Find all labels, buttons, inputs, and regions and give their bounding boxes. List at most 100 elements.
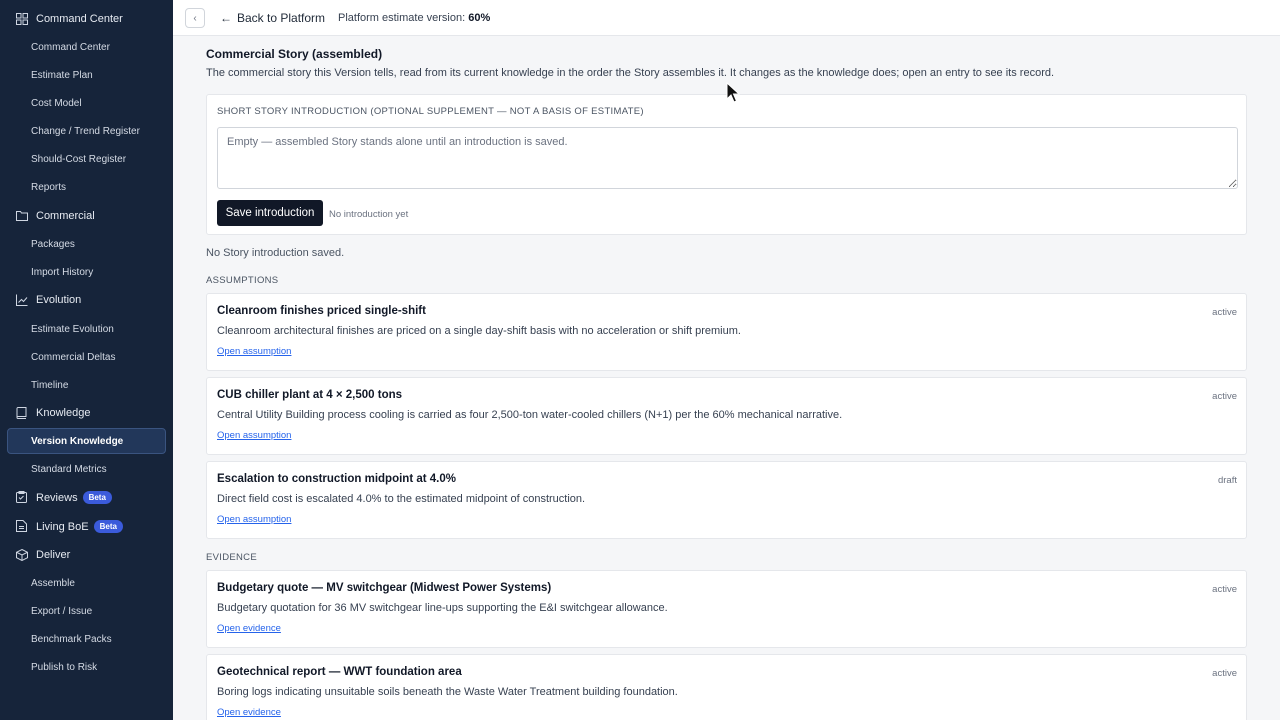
sidebar-item-cost-model[interactable]: Cost Model (7, 90, 166, 116)
status-badge: active (1212, 668, 1237, 679)
clipboard-icon (15, 490, 28, 503)
sidebar-item-label: Import History (31, 267, 94, 278)
sidebar-item-benchmark-packs[interactable]: Benchmark Packs (7, 626, 166, 652)
sidebar-item-label: Estimate Plan (31, 70, 93, 81)
sidebar-item-should-cost-register[interactable]: Should-Cost Register (7, 146, 166, 172)
top-bar: ‹ ← Back to Platform Platform estimate ve… (173, 0, 1280, 36)
sidebar-group-reviews[interactable]: Reviews Beta (0, 484, 173, 510)
document-icon (15, 519, 28, 532)
arrow-left-icon: ← (220, 11, 232, 25)
evidence-heading: EVIDENCE (206, 552, 257, 563)
entry-description: Boring logs indicating unsuitable soils … (217, 686, 678, 698)
sidebar-group-command-center[interactable]: Command Center (0, 6, 173, 32)
collapse-sidebar-button[interactable]: ‹ (185, 8, 205, 28)
entry-title: Escalation to construction midpoint at 4… (217, 473, 456, 485)
sidebar-item-label: Change / Trend Register (31, 126, 140, 137)
sidebar-group-living-boe[interactable]: Living BoE Beta (0, 513, 173, 539)
sidebar-item-label: Should-Cost Register (31, 154, 127, 165)
sidebar-group-knowledge[interactable]: Knowledge (0, 400, 173, 426)
open-assumption-link[interactable]: Open assumption (217, 514, 291, 525)
sidebar-item-publish-to-risk[interactable]: Publish to Risk (7, 654, 166, 680)
status-badge: active (1212, 307, 1237, 318)
package-icon (15, 548, 28, 561)
beta-badge: Beta (93, 520, 123, 533)
assumption-card: Escalation to construction midpoint at 4… (206, 461, 1247, 539)
entry-title: Geotechnical report — WWT foundation are… (217, 666, 462, 678)
sidebar: Command Center Command Center Estimate P… (0, 0, 173, 720)
beta-badge: Beta (82, 491, 112, 504)
sidebar-item-label: Estimate Evolution (31, 324, 114, 335)
page-title: Commercial Story (assembled) (206, 47, 383, 61)
sidebar-item-version-knowledge[interactable]: Version Knowledge (7, 428, 166, 454)
entry-description: Cleanroom architectural finishes are pri… (217, 325, 741, 337)
assumptions-heading: ASSUMPTIONS (206, 275, 279, 286)
story-introduction-input[interactable] (217, 127, 1238, 189)
grid-icon (15, 12, 28, 25)
entry-description: Central Utility Building process cooling… (217, 409, 843, 421)
version-value: 60% (468, 12, 491, 24)
sidebar-item-label: Assemble (31, 578, 75, 589)
sidebar-item-label: Timeline (31, 380, 69, 391)
chevron-left-icon: ‹ (193, 12, 197, 24)
sidebar-group-label: Deliver (36, 549, 71, 561)
sidebar-group-label: Evolution (36, 294, 82, 306)
intro-label: SHORT STORY INTRODUCTION (OPTIONAL SUPPL… (217, 106, 644, 117)
back-to-platform-link[interactable]: ← Back to Platform (220, 11, 325, 25)
main-content: Commercial Story (assembled) The commerc… (173, 36, 1280, 720)
status-badge: active (1212, 391, 1237, 402)
sidebar-item-timeline[interactable]: Timeline (7, 372, 166, 398)
sidebar-group-deliver[interactable]: Deliver (0, 542, 173, 568)
folder-icon (15, 209, 28, 222)
assumption-card: CUB chiller plant at 4 × 2,500 tons Cent… (206, 377, 1247, 455)
sidebar-group-label: Living BoE Beta (36, 520, 123, 533)
sidebar-item-reports[interactable]: Reports (7, 174, 166, 200)
sidebar-item-packages[interactable]: Packages (7, 231, 166, 257)
book-icon (15, 406, 28, 419)
sidebar-item-standard-metrics[interactable]: Standard Metrics (7, 456, 166, 482)
sidebar-item-label: Command Center (31, 42, 110, 53)
sidebar-item-export-issue[interactable]: Export / Issue (7, 598, 166, 624)
entry-title: CUB chiller plant at 4 × 2,500 tons (217, 389, 403, 401)
sidebar-item-change-trend-register[interactable]: Change / Trend Register (7, 118, 166, 144)
sidebar-item-label: Publish to Risk (31, 662, 98, 673)
platform-version: Platform estimate version: 60% (338, 12, 490, 24)
evidence-card: Budgetary quote — MV switchgear (Midwest… (206, 570, 1247, 648)
sidebar-item-label: Packages (31, 239, 75, 250)
entry-title: Cleanroom finishes priced single-shift (217, 305, 426, 317)
open-evidence-link[interactable]: Open evidence (217, 707, 281, 718)
entry-description: Direct field cost is escalated 4.0% to t… (217, 493, 586, 505)
sidebar-item-estimate-plan[interactable]: Estimate Plan (7, 62, 166, 88)
status-badge: active (1212, 584, 1237, 595)
sidebar-group-label: Command Center (36, 13, 123, 25)
sidebar-item-label: Export / Issue (31, 606, 93, 617)
chart-line-icon (15, 293, 28, 306)
sidebar-item-label: Version Knowledge (31, 436, 124, 447)
assumption-card: Cleanroom finishes priced single-shift C… (206, 293, 1247, 371)
sidebar-group-label: Knowledge (36, 407, 91, 419)
entry-description: Budgetary quotation for 36 MV switchgear… (217, 602, 668, 614)
sidebar-group-evolution[interactable]: Evolution (0, 287, 173, 313)
story-introduction-card: SHORT STORY INTRODUCTION (OPTIONAL SUPPL… (206, 94, 1247, 235)
sidebar-item-label: Commercial Deltas (31, 352, 116, 363)
open-evidence-link[interactable]: Open evidence (217, 623, 281, 634)
intro-status: No introduction yet (329, 209, 409, 220)
open-assumption-link[interactable]: Open assumption (217, 430, 291, 441)
sidebar-item-estimate-evolution[interactable]: Estimate Evolution (7, 316, 166, 342)
sidebar-group-label: Reviews Beta (36, 491, 112, 504)
sidebar-group-label: Commercial (36, 210, 95, 222)
mouse-cursor-icon (726, 82, 740, 103)
sidebar-item-command-center[interactable]: Command Center (7, 34, 166, 60)
sidebar-item-label: Reports (31, 182, 67, 193)
open-assumption-link[interactable]: Open assumption (217, 346, 291, 357)
sidebar-group-commercial[interactable]: Commercial (0, 203, 173, 229)
reviews-label: Reviews (36, 492, 78, 504)
sidebar-item-import-history[interactable]: Import History (7, 259, 166, 285)
living-boe-label: Living BoE (36, 521, 89, 533)
version-label: Platform estimate version: (338, 12, 466, 24)
sidebar-item-label: Cost Model (31, 98, 82, 109)
sidebar-item-assemble[interactable]: Assemble (7, 570, 166, 596)
save-introduction-button[interactable]: Save introduction (217, 200, 323, 226)
sidebar-item-label: Benchmark Packs (31, 634, 112, 645)
saved-note: No Story introduction saved. (206, 247, 345, 259)
sidebar-item-commercial-deltas[interactable]: Commercial Deltas (7, 344, 166, 370)
